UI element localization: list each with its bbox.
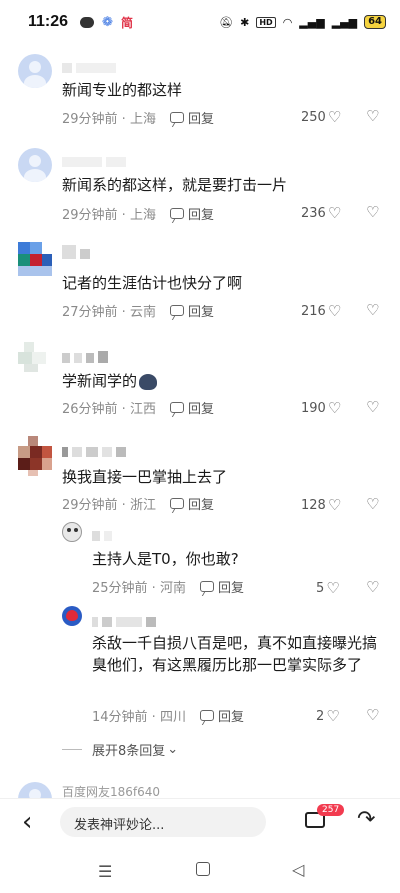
reply-icon bbox=[169, 402, 184, 413]
expand-replies-button[interactable]: 展开8条回复 ⌄ bbox=[62, 740, 178, 759]
username-blurred[interactable] bbox=[92, 526, 116, 541]
username-blurred[interactable] bbox=[62, 348, 112, 363]
heart-icon: ♡ bbox=[327, 108, 342, 126]
bluetooth-icon: ✱ bbox=[240, 15, 250, 29]
heart-icon: ♡ bbox=[327, 399, 342, 417]
battery-icon: 64 bbox=[364, 15, 386, 29]
dislike-icon[interactable]: ♡ bbox=[366, 495, 379, 513]
dislike-icon[interactable]: ♡ bbox=[366, 203, 379, 221]
comment-count-badge: 257 bbox=[317, 804, 345, 816]
comment-text: 新闻系的都这样，就是要打击一片 bbox=[62, 176, 288, 194]
reply-icon bbox=[199, 710, 214, 721]
heart-icon: ♡ bbox=[327, 496, 342, 514]
reply-text: 杀敌一千自损八百是吧，真不如直接曝光搞臭他们，有这黑履历比那一巴掌实际多了 bbox=[92, 634, 378, 674]
username-blurred[interactable] bbox=[62, 442, 130, 457]
comment-time: 27分钟前 · 云南 bbox=[62, 305, 156, 320]
reply-button[interactable]: 回复 bbox=[169, 108, 214, 127]
home-icon[interactable] bbox=[196, 862, 210, 876]
status-time: 11:26 bbox=[28, 13, 69, 30]
signal-icon-1: ▂▄▆ bbox=[299, 15, 325, 29]
mute-icon: 🔕︎ bbox=[219, 15, 234, 29]
dislike-icon[interactable]: ♡ bbox=[366, 301, 379, 319]
status-bar: 11:26 ❁ 简 🔕︎ ✱ HD ◠ ▂▄▆ ▂▄▆ 64 bbox=[0, 0, 400, 44]
reply-icon bbox=[169, 112, 184, 123]
avatar[interactable] bbox=[18, 342, 52, 376]
wechat-icon bbox=[80, 16, 95, 28]
comment-time: 29分钟前 · 上海 bbox=[62, 208, 156, 223]
username-blurred[interactable] bbox=[62, 244, 94, 259]
dislike-icon[interactable]: ♡ bbox=[366, 398, 379, 416]
like-button[interactable]: 236 ♡ bbox=[301, 204, 341, 222]
avatar[interactable] bbox=[18, 242, 52, 276]
like-button[interactable]: 250 ♡ bbox=[301, 108, 341, 126]
reply-button[interactable]: 回复 bbox=[199, 706, 244, 725]
username-blurred[interactable] bbox=[62, 152, 130, 167]
comment-text: 新闻专业的都这样 bbox=[62, 81, 183, 99]
username-blurred[interactable] bbox=[62, 58, 120, 73]
menu-icon[interactable]: ☰ bbox=[98, 862, 112, 881]
username-blurred[interactable] bbox=[92, 612, 160, 627]
avatar[interactable] bbox=[18, 54, 52, 88]
comment-time: 26分钟前 · 江西 bbox=[62, 402, 156, 417]
heart-icon: ♡ bbox=[326, 579, 340, 597]
reply-button[interactable]: 回复 bbox=[169, 301, 214, 320]
hd-icon: HD bbox=[256, 16, 276, 28]
signal-icon-2: ▂▄▆ bbox=[331, 15, 358, 29]
back-button[interactable]: ‹ bbox=[22, 807, 32, 837]
reply-text: 主持人是T0，你也敢? bbox=[92, 550, 239, 568]
comment-input[interactable]: 发表神评妙论... bbox=[60, 807, 266, 837]
reply-button[interactable]: 回复 bbox=[169, 494, 214, 513]
bottom-toolbar: ‹ 发表神评妙论... 257 ↷ bbox=[0, 798, 400, 844]
baidu-icon: ❁ bbox=[102, 14, 113, 30]
heart-icon: ♡ bbox=[327, 302, 342, 320]
comment-time: 29分钟前 · 浙江 bbox=[62, 498, 156, 513]
wifi-icon: ◠ bbox=[282, 15, 293, 29]
reply-button[interactable]: 回复 bbox=[169, 398, 214, 417]
nav-back-icon[interactable]: ◁ bbox=[292, 860, 304, 879]
dislike-icon[interactable]: ♡ bbox=[366, 107, 379, 125]
heart-icon: ♡ bbox=[326, 707, 340, 725]
jian-badge: 简 bbox=[120, 15, 133, 30]
dislike-icon[interactable]: ♡ bbox=[366, 578, 379, 596]
comment-text: 学新闻学的 bbox=[62, 372, 138, 390]
reply-time: 25分钟前 · 河南 bbox=[92, 581, 186, 596]
reply-icon bbox=[199, 581, 214, 592]
reply-time: 14分钟前 · 四川 bbox=[92, 710, 186, 725]
share-icon[interactable]: ↷ bbox=[357, 807, 375, 832]
like-button[interactable]: 190 ♡ bbox=[301, 399, 341, 417]
cat-emoji-icon bbox=[139, 373, 158, 390]
avatar[interactable] bbox=[62, 606, 82, 626]
like-button[interactable]: 2 ♡ bbox=[316, 707, 340, 725]
system-nav-bar: ☰ ◁ bbox=[0, 850, 400, 893]
reply-icon bbox=[169, 208, 184, 219]
avatar[interactable] bbox=[18, 148, 52, 182]
avatar[interactable] bbox=[62, 522, 82, 542]
like-button[interactable]: 216 ♡ bbox=[301, 302, 341, 320]
comment-text: 记者的生涯估计也快分了啊 bbox=[62, 274, 243, 292]
reply-icon bbox=[169, 498, 184, 509]
avatar[interactable] bbox=[18, 436, 52, 476]
dislike-icon[interactable]: ♡ bbox=[366, 706, 379, 724]
heart-icon: ♡ bbox=[327, 204, 342, 222]
comment-time: 29分钟前 · 上海 bbox=[62, 112, 156, 127]
chevron-down-icon: ⌄ bbox=[167, 742, 179, 757]
like-button[interactable]: 5 ♡ bbox=[316, 579, 340, 597]
like-button[interactable]: 128 ♡ bbox=[301, 496, 341, 514]
reply-button[interactable]: 回复 bbox=[169, 204, 214, 223]
reply-button[interactable]: 回复 bbox=[199, 577, 244, 596]
reply-icon bbox=[169, 305, 184, 316]
comment-text: 换我直接一巴掌抽上去了 bbox=[62, 468, 228, 486]
